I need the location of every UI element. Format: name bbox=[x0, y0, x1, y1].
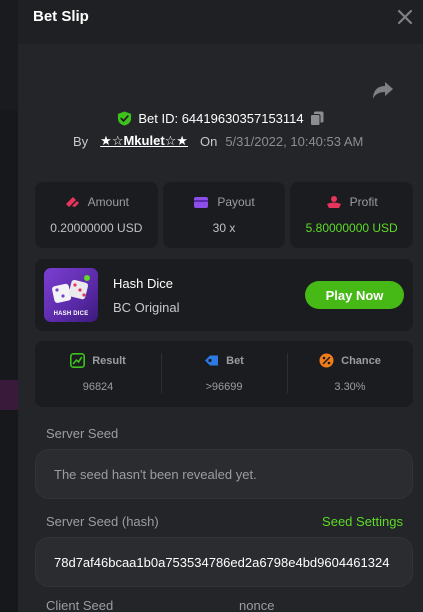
background-strip bbox=[0, 380, 18, 410]
bet-id: Bet ID: 64419630357153114 bbox=[138, 110, 304, 126]
chance-col: Chance 3.30% bbox=[287, 341, 413, 407]
panel-title: Bet Slip bbox=[33, 8, 89, 25]
stat-payout: Payout 30 x bbox=[162, 182, 286, 248]
result-panel: Result 96824 Bet >96699 Chance 3.30% bbox=[35, 341, 413, 407]
server-hash-field: 78d7af46bcaa1b0a753534786ed2a6798e4bd960… bbox=[35, 537, 413, 587]
background-page bbox=[0, 0, 18, 612]
amount-icon bbox=[65, 197, 79, 207]
close-icon[interactable] bbox=[395, 7, 415, 27]
result-value: 96824 bbox=[82, 381, 114, 393]
username-link[interactable]: ★☆Mkulet☆★ bbox=[100, 133, 188, 149]
stat-profit: Profit 5.80000000 USD bbox=[290, 182, 414, 248]
ticket-icon bbox=[205, 355, 219, 366]
stat-amount-label: Amount bbox=[87, 195, 130, 209]
share-icon[interactable] bbox=[372, 80, 394, 100]
game-thumbnail[interactable]: HASH DICE bbox=[44, 268, 98, 322]
background-strip bbox=[0, 0, 18, 110]
on-label: On bbox=[199, 133, 218, 149]
stat-profit-value: 5.80000000 USD bbox=[305, 221, 398, 235]
percent-icon bbox=[319, 353, 334, 368]
server-hash-label: Server Seed (hash) bbox=[46, 514, 159, 529]
stat-amount-value: 0.20000000 USD bbox=[50, 221, 143, 235]
bet-col: Bet >96699 bbox=[161, 341, 287, 407]
game-card: HASH DICE Hash Dice BC Original Play Now bbox=[35, 259, 413, 331]
game-provider: BC Original bbox=[113, 300, 180, 315]
bet-date: 5/31/2022, 10:40:53 AM bbox=[225, 133, 364, 149]
game-thumb-label: HASH DICE bbox=[53, 311, 89, 317]
bet-slip-panel: Bet Slip Bet ID: 64419630357153114 By ★☆… bbox=[18, 0, 423, 612]
play-now-button[interactable]: Play Now bbox=[305, 281, 404, 309]
panel-header: Bet Slip bbox=[18, 0, 423, 44]
bet-id-row: Bet ID: 64419630357153114 bbox=[18, 108, 423, 128]
result-label: Result bbox=[92, 354, 126, 367]
chance-label: Chance bbox=[341, 354, 381, 367]
by-label: By bbox=[73, 133, 89, 149]
result-col: Result 96824 bbox=[35, 341, 161, 407]
copy-icon[interactable] bbox=[309, 111, 324, 126]
stat-payout-label: Payout bbox=[217, 195, 255, 209]
coins-icon bbox=[326, 196, 341, 208]
server-hash-value: 78d7af46bcaa1b0a753534786ed2a6798e4bd960… bbox=[54, 555, 390, 570]
client-seed-label: Client Seed bbox=[46, 598, 114, 612]
bet-label: Bet bbox=[226, 354, 244, 367]
bet-stats: Amount 0.20000000 USD Payout 30 x Profit bbox=[35, 182, 414, 248]
chance-value: 3.30% bbox=[334, 381, 366, 393]
server-seed-label: Server Seed bbox=[46, 426, 119, 441]
server-seed-value: The seed hasn't been revealed yet. bbox=[54, 467, 257, 482]
stat-amount: Amount 0.20000000 USD bbox=[35, 182, 158, 248]
stat-payout-value: 30 x bbox=[212, 221, 236, 235]
bet-meta-row: By ★☆Mkulet☆★ On 5/31/2022, 10:40:53 AM bbox=[73, 132, 363, 150]
game-name: Hash Dice bbox=[113, 276, 173, 291]
stat-profit-label: Profit bbox=[349, 195, 378, 209]
wallet-icon bbox=[194, 197, 209, 208]
seed-settings-link[interactable]: Seed Settings bbox=[322, 514, 403, 529]
trend-chart-icon bbox=[70, 353, 86, 368]
shield-check-icon bbox=[118, 110, 132, 126]
nonce-label: nonce bbox=[239, 598, 275, 612]
bet-value: >96699 bbox=[205, 381, 243, 393]
server-seed-field: The seed hasn't been revealed yet. bbox=[35, 449, 413, 499]
